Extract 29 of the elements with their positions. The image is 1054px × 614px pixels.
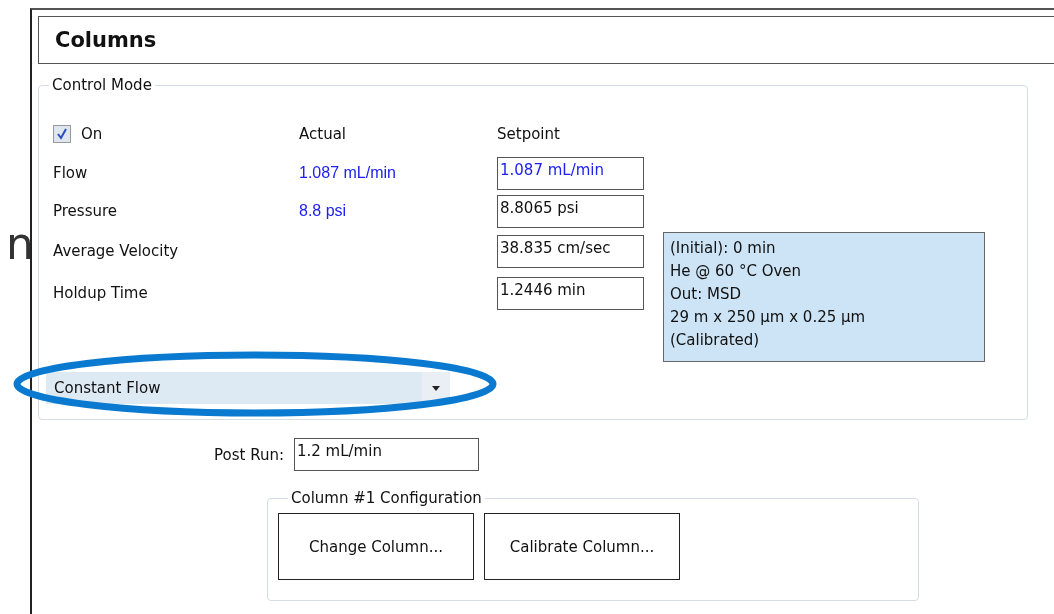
setpoint-field[interactable]: 1.2446 min	[497, 276, 644, 310]
info-line: (Initial): 0 min	[670, 238, 777, 259]
actual-value: 8.8 psi	[299, 202, 348, 220]
field-label: Holdup Time	[53, 284, 149, 302]
group-legend: Control Mode	[49, 76, 155, 94]
field-label: Flow	[53, 164, 89, 182]
mode-dropdown[interactable]: Constant Flow	[46, 372, 450, 404]
actual-value: 1.087 mL/min	[299, 164, 397, 182]
info-line: (Calibrated)	[670, 330, 761, 351]
group-legend: Column #1 Configuration	[288, 489, 485, 507]
field-label: Post Run:	[214, 445, 284, 464]
setpoint-field[interactable]: 1.087 mL/min	[497, 156, 644, 190]
column-header: Setpoint	[497, 125, 561, 143]
field-label: Average Velocity	[53, 242, 180, 260]
info-line: Out: MSD	[670, 284, 743, 305]
post-run-field[interactable]: 1.2 mL/min	[293, 438, 479, 471]
info-line: 29 m x 250 µm x 0.25 µm	[670, 307, 867, 328]
panel-title: Columns	[38, 16, 1054, 64]
column-button[interactable]: Calibrate Column...	[484, 513, 680, 580]
caret-icon	[432, 385, 440, 391]
field-label: Pressure	[53, 202, 119, 220]
cut-text: n	[6, 222, 30, 271]
setpoint-field[interactable]: 8.8065 psi	[497, 194, 644, 228]
column-header: Actual	[299, 125, 347, 143]
checkbox-label: On	[81, 125, 103, 143]
setpoint-field[interactable]: 38.835 cm/sec	[497, 234, 644, 268]
column-button[interactable]: Change Column...	[278, 513, 474, 580]
info-line: He @ 60 °C Oven	[670, 261, 803, 282]
checkbox[interactable]	[53, 125, 71, 143]
